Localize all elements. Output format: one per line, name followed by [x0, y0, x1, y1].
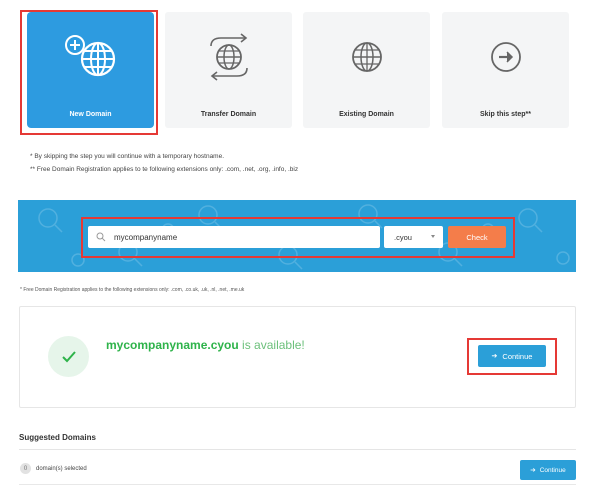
- option-skip-step[interactable]: Skip this step**: [442, 12, 569, 128]
- divider: [19, 449, 576, 450]
- band-free-note: * Free Domain Registration applies to th…: [20, 287, 245, 293]
- selected-count-badge: 0: [20, 463, 31, 474]
- option-transfer-domain[interactable]: Transfer Domain: [165, 12, 292, 128]
- selected-count-text: domain(s) selected: [36, 466, 87, 472]
- availability-message: mycompanyname.cyou is available!: [106, 338, 305, 352]
- continue-label: Continue: [539, 466, 566, 474]
- globe-icon: [303, 32, 430, 82]
- globe-transfer-icon: [165, 32, 292, 82]
- option-existing-domain[interactable]: Existing Domain: [303, 12, 430, 128]
- highlight-search: [81, 217, 515, 258]
- arrow-right-circle-icon: [442, 32, 569, 82]
- highlight-continue: [467, 338, 557, 375]
- free-registration-note: ** Free Domain Registration applies to t…: [30, 166, 299, 173]
- option-label: Skip this step**: [480, 111, 531, 118]
- domain-search-page: New Domain Transfer Domain Existing Doma…: [0, 0, 600, 492]
- divider: [19, 484, 576, 485]
- suggested-continue-button[interactable]: ➔ Continue: [520, 460, 576, 480]
- option-label: Existing Domain: [339, 111, 394, 118]
- option-label: Transfer Domain: [200, 111, 257, 118]
- highlight-new-domain: [20, 10, 158, 135]
- arrow-right-icon: ➔: [530, 467, 536, 474]
- availability-status: is available!: [238, 338, 305, 352]
- suggested-domains-title: Suggested Domains: [19, 433, 96, 442]
- available-domain: mycompanyname.cyou: [106, 338, 239, 352]
- check-circle-icon: [48, 336, 89, 377]
- skip-note: * By skipping the step you will continue…: [30, 153, 225, 160]
